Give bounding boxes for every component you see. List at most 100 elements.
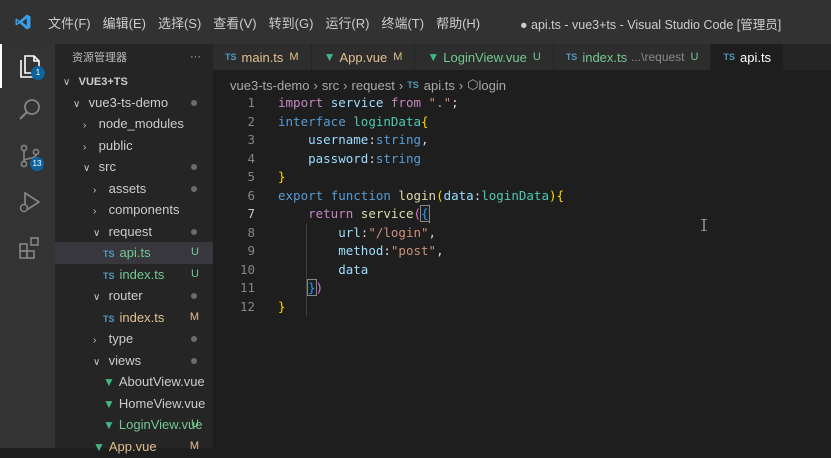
menu-item[interactable]: 文件(F) bbox=[48, 13, 91, 32]
window-title: ● api.ts - vue3+ts - Visual Studio Code … bbox=[520, 18, 782, 32]
folder-item[interactable]: ∨ request bbox=[55, 221, 213, 243]
folder-item[interactable]: › public bbox=[55, 135, 213, 157]
git-status-badge: U bbox=[191, 267, 199, 280]
file-item[interactable]: ▼ HomeView.vue bbox=[55, 393, 213, 415]
extensions-icon[interactable] bbox=[16, 234, 44, 262]
git-status-badge: U bbox=[191, 418, 199, 430]
folder-item[interactable]: ∨ vue3-ts-demo bbox=[55, 92, 213, 114]
menu-item[interactable]: 终端(T) bbox=[381, 13, 424, 32]
editor-tab[interactable]: TS api.ts bbox=[711, 44, 785, 70]
file-item[interactable]: ▼ AboutView.vue bbox=[55, 371, 213, 393]
breadcrumb-item[interactable]: request bbox=[352, 78, 395, 93]
vue-file-icon: ▼ bbox=[93, 439, 105, 454]
git-status-badge: U bbox=[532, 51, 541, 63]
menu-item[interactable]: 编辑(E) bbox=[103, 13, 146, 32]
line-number: 3 bbox=[247, 132, 255, 147]
explorer-badge: 1 bbox=[31, 66, 45, 80]
line-number: 2 bbox=[247, 113, 255, 129]
code-token: ; bbox=[451, 95, 459, 110]
code-token: "." bbox=[428, 95, 452, 110]
typescript-file-icon: TS bbox=[407, 80, 419, 90]
code-token: loginData bbox=[481, 187, 549, 203]
breadcrumb-item[interactable]: src bbox=[322, 78, 339, 93]
code-token: data bbox=[443, 187, 474, 203]
tree-item-label: router bbox=[108, 288, 143, 303]
code-token: : bbox=[368, 132, 376, 147]
file-item[interactable]: TS index.ts U bbox=[55, 264, 213, 286]
tree-item-label: src bbox=[98, 159, 116, 174]
editor-tab[interactable]: ▼ LoginView.vue U bbox=[415, 44, 554, 70]
code-text: password:string bbox=[278, 150, 421, 169]
editor-tab[interactable]: ▼ App.vue M bbox=[311, 44, 416, 70]
more-actions-button[interactable]: ··· bbox=[190, 51, 201, 63]
code-token: login bbox=[398, 187, 437, 203]
explorer-title: 资源管理器 bbox=[72, 52, 127, 64]
menu-item[interactable]: 运行(R) bbox=[325, 13, 369, 32]
modified-dot-icon bbox=[191, 228, 197, 235]
code-token: ( bbox=[436, 187, 444, 203]
breadcrumb-symbol[interactable]: login bbox=[479, 78, 506, 93]
folder-item[interactable]: ∨ router bbox=[55, 285, 213, 307]
code-token: : bbox=[368, 150, 376, 166]
method-symbol-icon: ⬡ bbox=[467, 77, 479, 92]
file-item[interactable]: ▼ App.vue M bbox=[55, 436, 213, 458]
editor-tab[interactable]: TS main.ts M bbox=[213, 44, 312, 70]
modified-dot-icon bbox=[191, 164, 197, 170]
line-number: 11 bbox=[239, 280, 255, 295]
vue-file-icon: ▼ bbox=[103, 418, 115, 432]
breadcrumb-file[interactable]: api.ts bbox=[424, 78, 455, 93]
code-token: import bbox=[278, 95, 331, 110]
code-token: ) bbox=[315, 280, 324, 295]
vue-file-icon: ▼ bbox=[103, 375, 115, 389]
folder-item[interactable]: › type bbox=[55, 328, 213, 350]
run-debug-icon[interactable] bbox=[16, 188, 44, 216]
code-text: import service from "."; bbox=[278, 94, 459, 113]
code-text: url:"/login", bbox=[278, 224, 436, 243]
breadcrumb-item[interactable]: vue3-ts-demo bbox=[230, 78, 309, 93]
title-bar: 文件(F) 编辑(E) 选择(S) 查看(V) 转到(G) 运行(R) 终端(T) 帮助(H)… bbox=[0, 0, 831, 44]
menu-item[interactable]: 选择(S) bbox=[158, 13, 201, 32]
code-token: data bbox=[338, 261, 369, 277]
modified-dot-icon bbox=[191, 357, 197, 364]
typescript-file-icon: TS bbox=[103, 270, 115, 281]
folder-item[interactable]: › assets bbox=[55, 178, 213, 200]
folder-item[interactable]: ∨ src bbox=[55, 156, 213, 178]
chevron-right-icon: › bbox=[83, 120, 87, 131]
chevron-right-icon: › bbox=[93, 335, 97, 346]
line-number: 12 bbox=[239, 298, 255, 314]
file-item[interactable]: TS api.ts U bbox=[55, 242, 213, 264]
file-item[interactable]: ▼ LoginView.vue U bbox=[55, 414, 213, 436]
code-editor[interactable]: 1 import service from "."; 2 interface logi… bbox=[213, 94, 831, 448]
git-status-badge: U bbox=[690, 51, 699, 63]
folder-item[interactable]: › components bbox=[55, 199, 213, 221]
code-token: { bbox=[420, 205, 430, 222]
git-status-badge: M bbox=[289, 51, 299, 63]
menu-bar: 文件(F) 编辑(E) 选择(S) 查看(V) 转到(G) 运行(R) 终端(T) 帮助(H) bbox=[48, 13, 492, 32]
menu-item[interactable]: 转到(G) bbox=[269, 13, 314, 32]
folder-item[interactable]: › node_modules bbox=[55, 113, 213, 135]
folder-item[interactable]: ∨ VUE3+TS bbox=[55, 70, 213, 92]
file-item[interactable]: TS index.ts M bbox=[55, 307, 213, 329]
code-token: string bbox=[375, 150, 422, 166]
line-number: 10 bbox=[239, 261, 255, 277]
typescript-file-icon: TS bbox=[565, 52, 578, 62]
git-status-badge: M bbox=[189, 310, 199, 323]
folder-item[interactable]: ∨ views bbox=[55, 350, 213, 372]
editor-tab[interactable]: TS index.ts ...\request U bbox=[553, 44, 712, 70]
chevron-down-icon: ∨ bbox=[83, 163, 91, 174]
tab-path-hint: ...\request bbox=[631, 50, 685, 64]
search-icon[interactable] bbox=[16, 96, 44, 124]
menu-item[interactable]: 查看(V) bbox=[213, 13, 256, 32]
menu-item[interactable]: 帮助(H) bbox=[436, 13, 480, 32]
code-text: } bbox=[278, 168, 286, 187]
tree-item-label: type bbox=[108, 331, 134, 346]
typescript-file-icon: TS bbox=[103, 249, 115, 259]
code-token: from bbox=[390, 95, 429, 110]
code-token: } bbox=[278, 169, 286, 184]
code-token: interface bbox=[278, 113, 354, 129]
